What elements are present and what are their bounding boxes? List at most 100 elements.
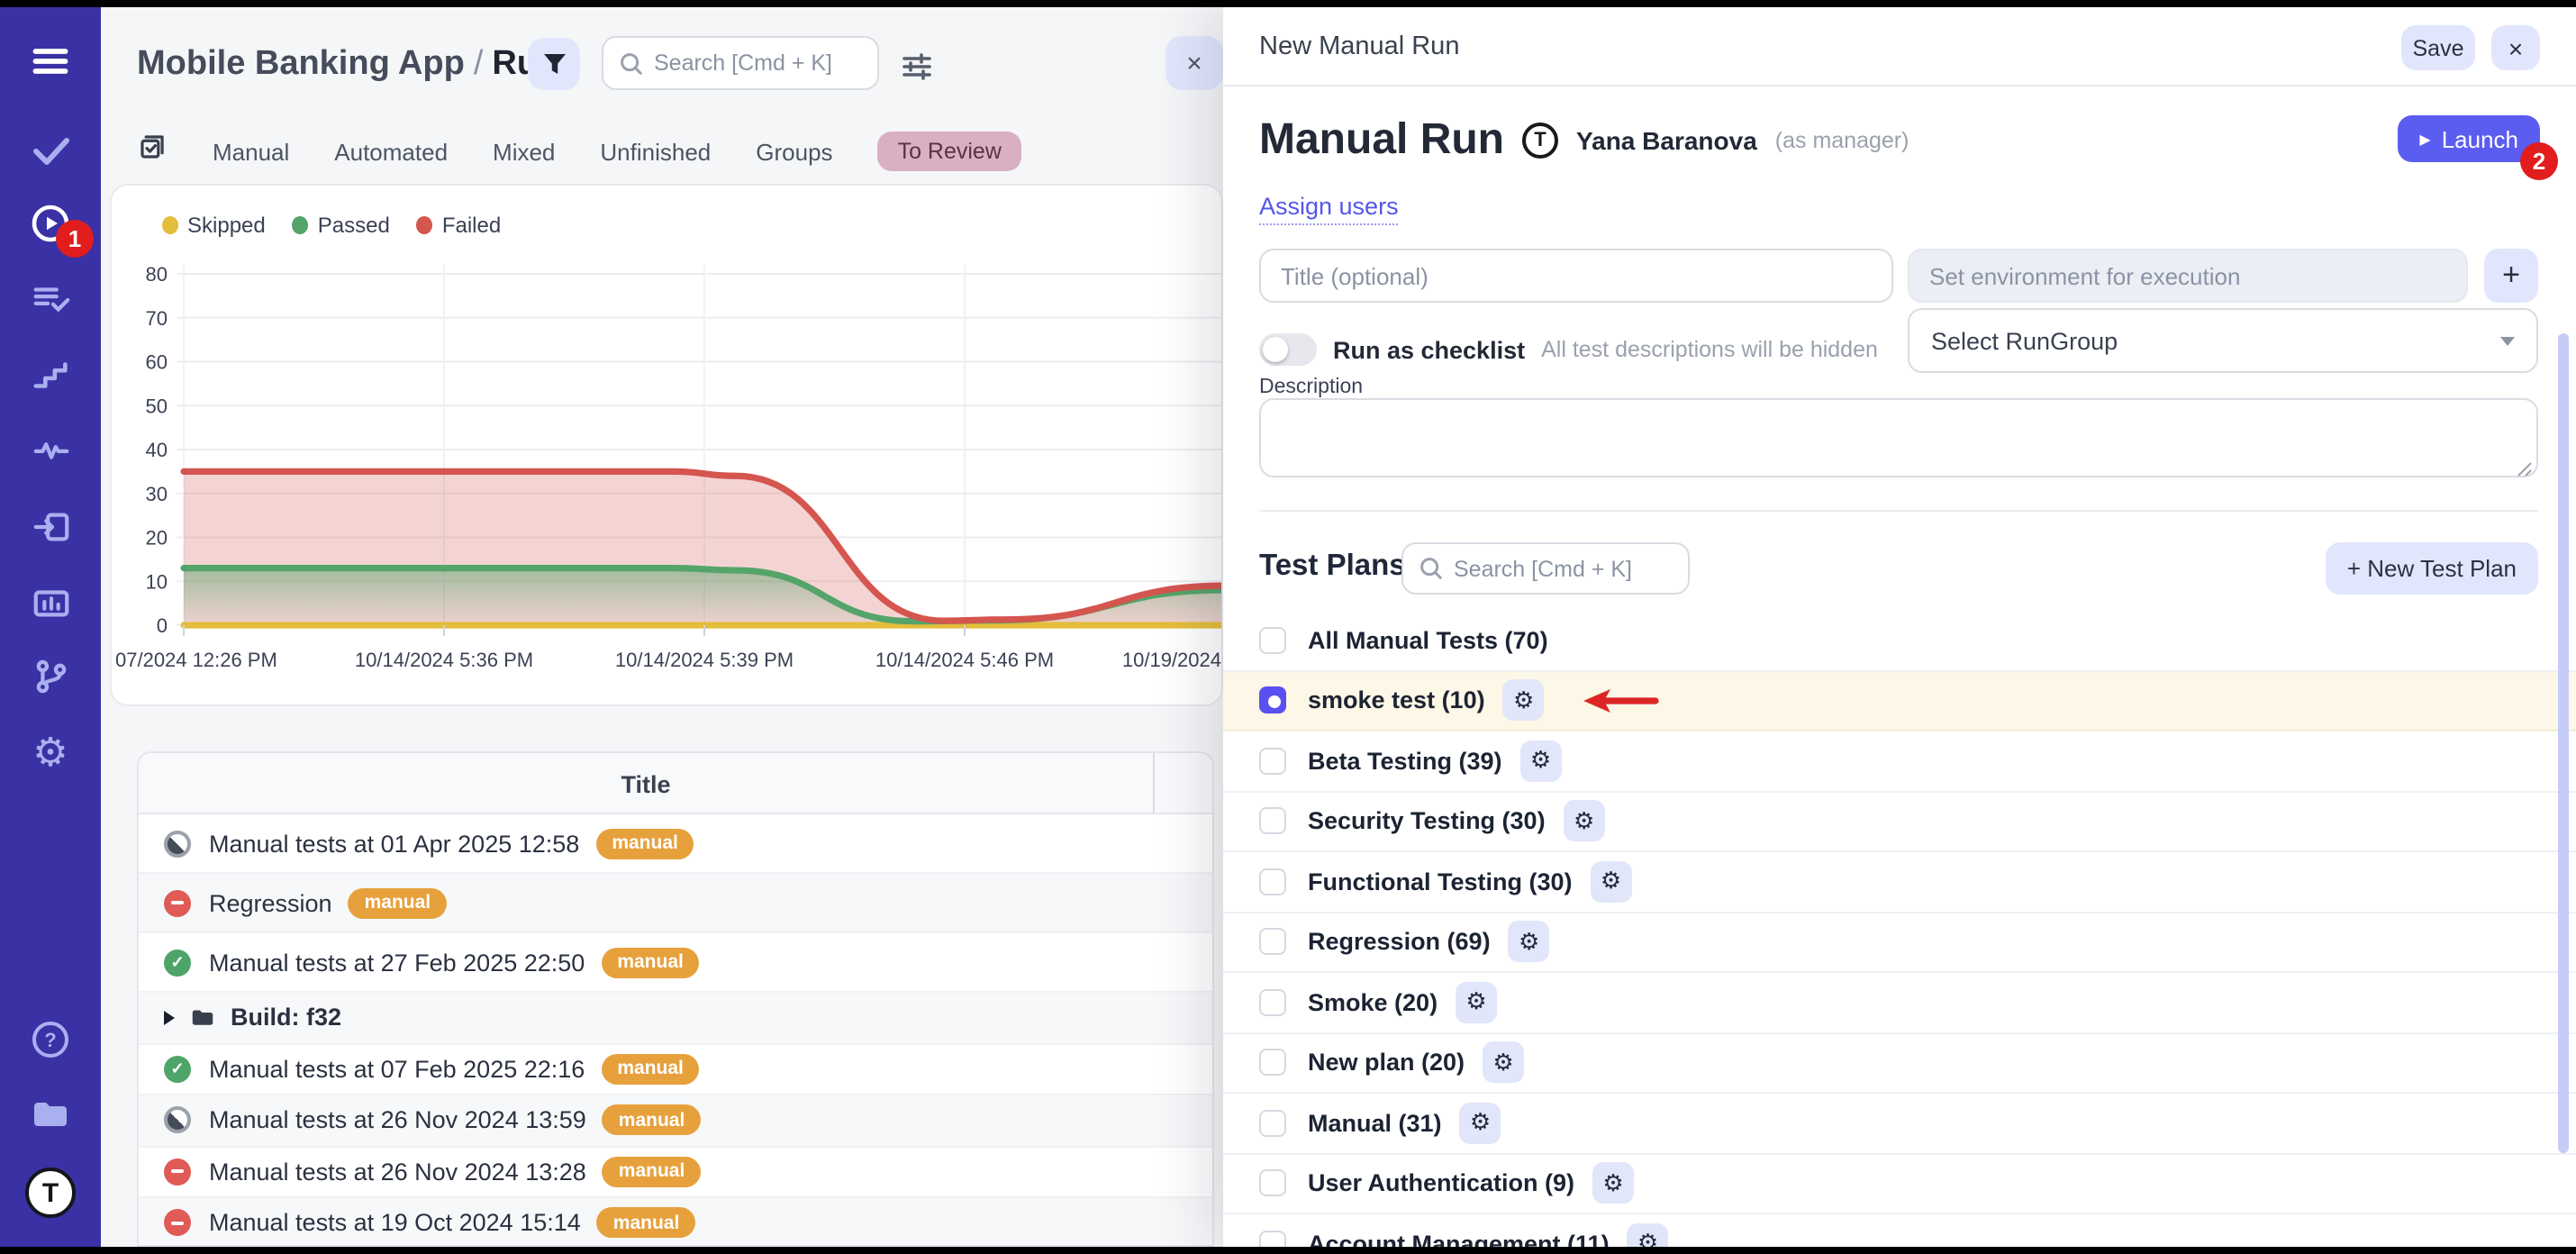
- docs-folder-icon[interactable]: [29, 1092, 72, 1135]
- test-plan-row[interactable]: Regression (69)⚙: [1223, 913, 2576, 973]
- add-environment-button[interactable]: +: [2484, 249, 2538, 303]
- tab-automated[interactable]: Automated: [334, 138, 448, 165]
- tab-groups[interactable]: Groups: [756, 138, 832, 165]
- close-runs-panel-button[interactable]: ×: [1166, 36, 1223, 90]
- svg-text:40: 40: [146, 439, 168, 461]
- run-heading: Manual Run: [1259, 115, 1504, 166]
- search-icon: [1420, 557, 1443, 580]
- resize-handle-icon[interactable]: [2517, 461, 2533, 477]
- run-row[interactable]: Manual tests at 01 Apr 2025 12:58manual: [139, 814, 1212, 874]
- run-row[interactable]: Build: f32: [139, 993, 1212, 1044]
- rungroup-select[interactable]: Select RunGroup: [1908, 308, 2538, 373]
- plan-checkbox[interactable]: [1259, 929, 1286, 956]
- run-as-checklist-toggle[interactable]: [1259, 333, 1317, 366]
- chevron-right-icon[interactable]: [164, 1011, 175, 1025]
- new-manual-run-drawer: New Manual Run Save × Manual Run T Yana …: [1223, 7, 2576, 1247]
- plan-settings-gear-icon[interactable]: ⚙: [1460, 1103, 1501, 1144]
- drawer-close-button[interactable]: ×: [2491, 25, 2540, 70]
- legend-item: Passed: [293, 213, 390, 238]
- help-icon[interactable]: ?: [29, 1018, 72, 1061]
- test-plan-row[interactable]: Beta Testing (39)⚙: [1223, 732, 2576, 792]
- legend-dot: [417, 216, 433, 234]
- plan-settings-gear-icon[interactable]: ⚙: [1520, 741, 1562, 782]
- plan-checkbox[interactable]: [1259, 808, 1286, 835]
- plan-settings-gear-icon[interactable]: ⚙: [1592, 1163, 1634, 1204]
- plan-settings-gear-icon[interactable]: ⚙: [1503, 680, 1545, 722]
- plan-checkbox[interactable]: [1259, 1050, 1286, 1077]
- plan-checkbox[interactable]: [1259, 1110, 1286, 1137]
- run-row[interactable]: Regression manual: [139, 874, 1212, 933]
- manual-badge: manual: [349, 887, 448, 918]
- import-icon[interactable]: [29, 504, 72, 548]
- test-plan-row[interactable]: Smoke (20)⚙: [1223, 973, 2576, 1033]
- plan-checkbox[interactable]: [1259, 687, 1286, 714]
- branches-icon[interactable]: [29, 654, 72, 697]
- run-title: Manual tests at 01 Apr 2025 12:58: [209, 830, 579, 857]
- test-plans-search-input[interactable]: [1454, 556, 1672, 581]
- status-in-progress-icon: [164, 1107, 191, 1134]
- runs-search-input[interactable]: [654, 50, 861, 76]
- milestones-steps-icon[interactable]: [29, 353, 72, 396]
- run-row[interactable]: Manual tests at 26 Nov 2024 13:59manual: [139, 1095, 1212, 1147]
- tab-to-review[interactable]: To Review: [878, 132, 1021, 171]
- plan-settings-gear-icon[interactable]: ⚙: [1564, 801, 1605, 842]
- svg-text:30: 30: [146, 483, 168, 505]
- assign-users-link[interactable]: Assign users: [1259, 193, 1399, 225]
- pulse-icon[interactable]: [29, 427, 72, 470]
- select-runs-icon[interactable]: [137, 132, 168, 171]
- run-title-input[interactable]: [1259, 249, 1893, 303]
- plan-settings-gear-icon[interactable]: ⚙: [1456, 982, 1497, 1023]
- plan-checkbox[interactable]: [1259, 1170, 1286, 1197]
- run-row[interactable]: Manual tests at 19 Oct 2024 15:14manual: [139, 1198, 1212, 1247]
- plan-checkbox[interactable]: [1259, 1231, 1286, 1248]
- test-plan-row[interactable]: Functional Testing (30)⚙: [1223, 852, 2576, 913]
- run-list-icon[interactable]: [29, 277, 72, 321]
- legend-label: Skipped: [187, 213, 266, 238]
- environment-input[interactable]: [1908, 249, 2468, 303]
- plan-checkbox[interactable]: [1259, 748, 1286, 775]
- section-divider: [1259, 510, 2538, 512]
- description-textarea[interactable]: [1259, 398, 2538, 477]
- breadcrumb-project[interactable]: Mobile Banking App: [137, 45, 465, 83]
- legend-item: Failed: [417, 213, 501, 238]
- test-plan-row[interactable]: New plan (20)⚙: [1223, 1033, 2576, 1094]
- svg-text:10/14/2024 5:39 PM: 10/14/2024 5:39 PM: [615, 649, 794, 671]
- tests-check-icon[interactable]: [29, 128, 72, 171]
- adjustments-sliders-icon[interactable]: [895, 45, 939, 88]
- filter-button[interactable]: [528, 38, 580, 90]
- run-row[interactable]: ✓Manual tests at 27 Feb 2025 22:50manual: [139, 933, 1212, 993]
- svg-text:?: ?: [44, 1029, 56, 1051]
- test-plan-row[interactable]: User Authentication (9)⚙: [1223, 1154, 2576, 1214]
- plan-label: All Manual Tests (70): [1308, 627, 1548, 654]
- run-row[interactable]: Manual tests at 26 Nov 2024 13:28manual: [139, 1147, 1212, 1198]
- plan-settings-gear-icon[interactable]: ⚙: [1483, 1042, 1524, 1084]
- plan-settings-gear-icon[interactable]: ⚙: [1591, 861, 1632, 903]
- plan-checkbox[interactable]: [1259, 989, 1286, 1016]
- test-plan-row[interactable]: Manual (31)⚙: [1223, 1094, 2576, 1154]
- run-title: Manual tests at 26 Nov 2024 13:28: [209, 1159, 586, 1186]
- test-plan-row[interactable]: Account Management (11)⚙: [1223, 1214, 2576, 1247]
- tab-mixed[interactable]: Mixed: [493, 138, 555, 165]
- plan-settings-gear-icon[interactable]: ⚙: [1628, 1223, 1669, 1248]
- test-plan-row[interactable]: All Manual Tests (70): [1223, 611, 2576, 671]
- settings-gear-icon[interactable]: ⚙: [29, 732, 72, 775]
- run-title: Regression: [209, 889, 332, 916]
- run-title: Manual tests at 27 Feb 2025 22:50: [209, 949, 585, 976]
- new-test-plan-button[interactable]: + New Test Plan: [2326, 542, 2538, 595]
- plan-settings-gear-icon[interactable]: ⚙: [1509, 922, 1550, 963]
- launch-button[interactable]: ▶ Launch: [2398, 115, 2540, 162]
- plan-checkbox[interactable]: [1259, 627, 1286, 654]
- tab-unfinished[interactable]: Unfinished: [600, 138, 711, 165]
- test-plan-row[interactable]: Security Testing (30)⚙: [1223, 792, 2576, 852]
- menu-icon[interactable]: [29, 40, 72, 83]
- plan-checkbox[interactable]: [1259, 868, 1286, 895]
- tab-manual[interactable]: Manual: [213, 138, 289, 165]
- legend-dot: [293, 216, 309, 234]
- drawer-scrollbar-thumb[interactable]: [2558, 333, 2569, 1153]
- save-button[interactable]: Save: [2401, 25, 2475, 70]
- reports-icon[interactable]: [29, 580, 72, 623]
- description-label: Description: [1259, 377, 1363, 398]
- app-logo[interactable]: T: [25, 1168, 76, 1218]
- test-plan-row[interactable]: smoke test (10)⚙: [1223, 671, 2576, 732]
- run-row[interactable]: ✓Manual tests at 07 Feb 2025 22:16manual: [139, 1044, 1212, 1095]
